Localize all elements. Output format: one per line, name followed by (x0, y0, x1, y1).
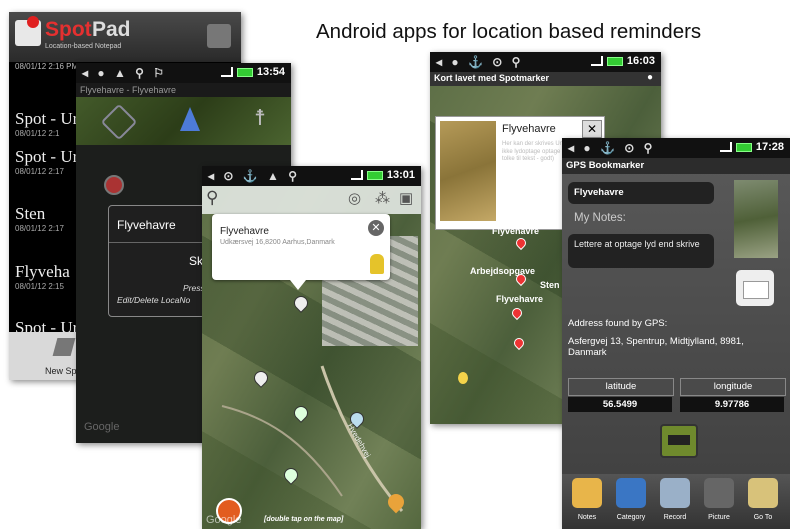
spotmarker-pin-icon: ● (646, 72, 653, 83)
gpsbook-titlebar: GPS Bookmarker (562, 158, 790, 174)
goto-icon (748, 478, 778, 508)
status-bar: ◂ ● ⚓ ⊙ ⚲ 16:03 (430, 52, 661, 72)
list-item-date: 08/01/12 2:17 (15, 224, 64, 233)
notes-label: My Notes: (574, 212, 626, 224)
list-item-title: Sten (15, 204, 46, 223)
new-note-icon[interactable] (52, 338, 76, 356)
mail-icon[interactable] (736, 270, 774, 306)
latitude-label: latitude (568, 378, 674, 396)
status-icons: ◂ ● ⚓ ⊙ ⚲ (568, 141, 656, 155)
notes-icon (572, 478, 602, 508)
list-item[interactable]: Sten 08/01/12 2:17 (15, 204, 85, 233)
footer-hint: [double tap on the map] (264, 516, 344, 523)
spotmarker-titlebar: Kort lavet med Spotmarker ● (430, 72, 661, 86)
longitude-label: longitude (680, 378, 786, 396)
status-time: 17:28 (719, 141, 784, 153)
tab-notes[interactable]: Notes (566, 478, 608, 528)
spotpad-logo-pad: Pad (92, 18, 131, 41)
list-item[interactable]: Spot - Ur 08/01/12 2:1 (15, 109, 85, 138)
spotpad-subtitle: Location-based Notepad (45, 43, 122, 50)
bottom-tabbar: Notes Category Record Picture Go To (562, 474, 790, 529)
map-pin[interactable] (513, 235, 529, 251)
list-item-title: Spot - Ur (15, 147, 79, 166)
address-label: Address found by GPS: (568, 318, 668, 329)
status-time: 13:54 (220, 66, 285, 78)
map-pin[interactable] (509, 305, 525, 321)
gpsbook-screenshot: ◂ ● ⚓ ⊙ ⚲ 17:28 GPS Bookmarker Flyvehavr… (562, 138, 790, 529)
locanote-toolbar: ☨ (76, 97, 291, 145)
popup-title: Flyvehavre (502, 123, 556, 135)
microphone-icon (660, 478, 690, 508)
popup-close-button[interactable]: ✕ (582, 120, 602, 138)
status-icons: ◂ ● ⚓ ⊙ ⚲ (436, 55, 524, 69)
address-text: Asfergvej 13, Spentrup, Midtjylland, 898… (568, 336, 744, 358)
bubble-title: Flyvehavre (220, 226, 269, 237)
gmaps-screenshot: ◂ ⊙ ⚓ ▲ ⚲ 13:01 ⚲ ◎ ⁂ ▣ Flyvehavre Udkær… (202, 166, 421, 529)
list-item-date: 08/01/12 2:17 (15, 167, 64, 176)
name-field[interactable]: Flyvehavre (568, 182, 714, 204)
map-label: Sten (540, 280, 560, 290)
map-label: Flyvehavre (496, 294, 544, 304)
camera-icon (704, 478, 734, 508)
latitude-value: 56.5499 (568, 397, 672, 412)
compass-icon[interactable] (180, 107, 200, 131)
status-bar: ◂ ● ⚓ ⊙ ⚲ 17:28 (562, 138, 790, 158)
spotpad-top-date: 08/01/12 2:16 PM (15, 62, 79, 71)
map-label: Flyvehavre (492, 226, 540, 236)
bubble-address: Udkærsvej 16,8200 Aarhus,Danmark (220, 239, 335, 246)
list-item-title: Spot - Ur (15, 109, 79, 128)
bubble-pointer (290, 280, 306, 290)
spotmarker-title: Kort lavet med Spotmarker (434, 73, 550, 83)
google-watermark: Google (206, 514, 242, 526)
popup-photo (440, 121, 496, 221)
edit-icon[interactable] (207, 24, 231, 48)
bookmark-photo[interactable] (734, 180, 778, 258)
tab-record[interactable]: Record (654, 478, 696, 528)
gpsbook-title: GPS Bookmarker (566, 160, 645, 171)
tab-goto[interactable]: Go To (742, 478, 784, 528)
street-view-icon[interactable] (370, 254, 384, 274)
list-item[interactable]: Flyveha 08/01/12 2:15 (15, 262, 85, 291)
notes-field[interactable]: Lettere at optage lyd end skrive (568, 234, 714, 268)
tab-category[interactable]: Category (610, 478, 652, 528)
info-bubble[interactable]: Flyvehavre Udkærsvej 16,8200 Aarhus,Danm… (212, 214, 390, 280)
spotpad-logo-spot: Spot (45, 18, 92, 41)
compass-marker-icon (104, 175, 124, 195)
lightbulb-icon[interactable] (458, 372, 468, 384)
locanote-title: Flyvehavre - Flyvehavre (80, 85, 177, 95)
list-item-title: Flyveha (15, 262, 70, 281)
headline: Android apps for location based reminder… (316, 20, 702, 43)
map-pin[interactable] (511, 335, 527, 351)
spotpad-header: Spot Pad Location-based Notepad (9, 12, 241, 62)
cassette-icon[interactable] (660, 424, 698, 458)
spotpad-logo-icon (15, 16, 41, 46)
list-item-date: 08/01/12 2:1 (15, 129, 60, 138)
navigate-icon[interactable] (100, 103, 138, 141)
dialog-hint-edit: Edit/Delete LocaNo (117, 295, 191, 305)
map-label: Arbejdsopgave (470, 266, 536, 276)
longitude-value: 9.97786 (680, 397, 784, 412)
list-item-date: 08/01/12 2:15 (15, 282, 64, 291)
new-spot-button[interactable]: New Sp (45, 366, 77, 376)
status-time: 16:03 (590, 55, 655, 67)
status-bar: ◂ ● ▲ ⚲ ⚐ 13:54 (76, 63, 291, 83)
walk-icon[interactable]: ☨ (254, 105, 266, 131)
category-icon (616, 478, 646, 508)
list-item[interactable]: Spot - Ur 08/01/12 2:17 (15, 147, 85, 176)
close-icon[interactable]: ✕ (368, 220, 384, 236)
google-watermark: Google (84, 421, 120, 433)
tab-picture[interactable]: Picture (698, 478, 740, 528)
status-icons: ◂ ● ▲ ⚲ ⚐ (82, 66, 168, 80)
dialog-title: Flyvehavre (117, 218, 176, 232)
